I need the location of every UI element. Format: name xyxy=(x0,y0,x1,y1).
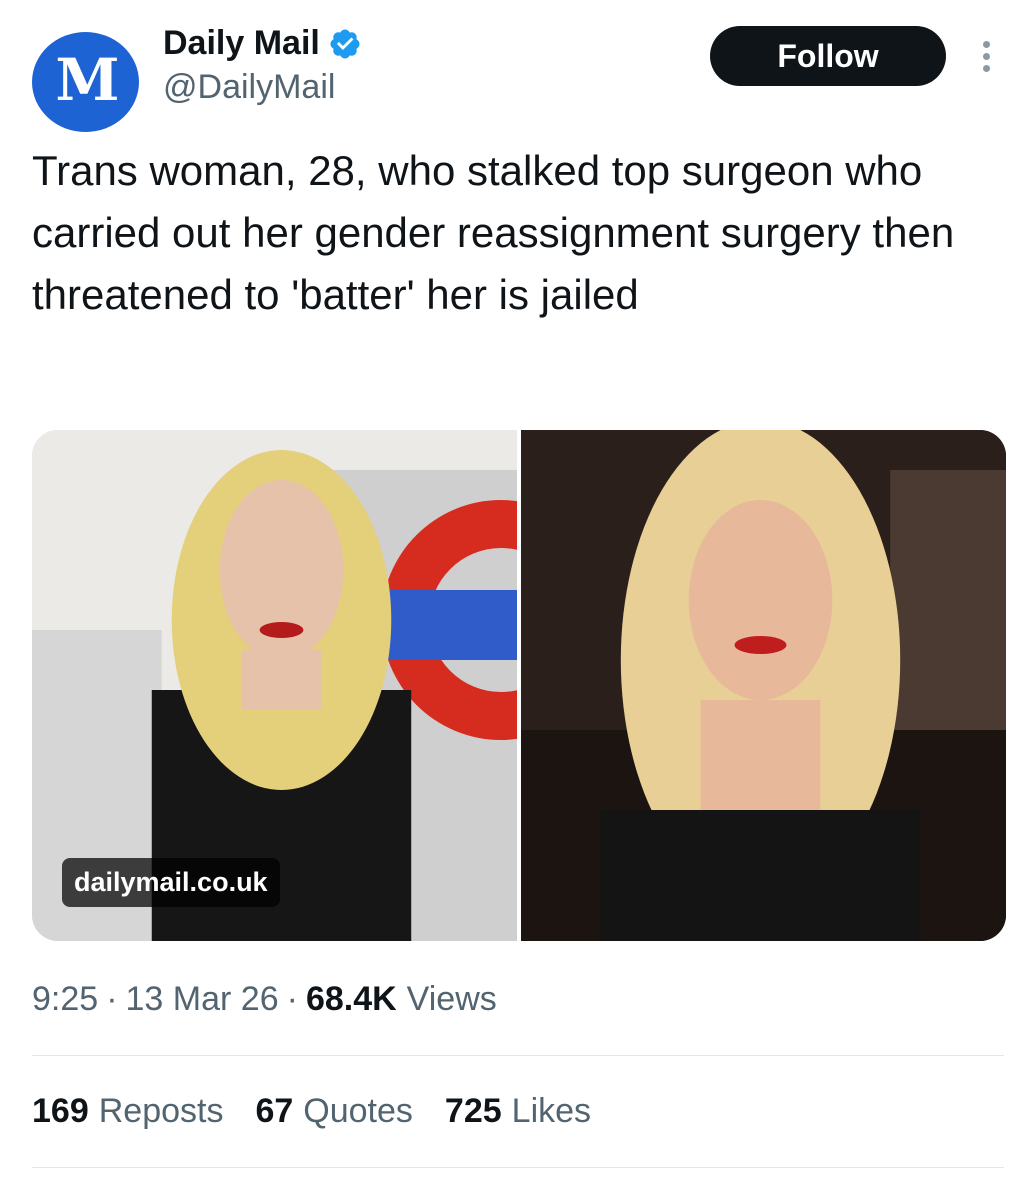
display-name[interactable]: Daily Mail xyxy=(163,24,320,63)
avatar-logo: M xyxy=(55,46,119,114)
divider xyxy=(32,1167,1004,1168)
divider xyxy=(32,1055,1004,1056)
separator: · xyxy=(286,980,298,1018)
quotes-label: Quotes xyxy=(303,1092,413,1130)
reposts-count: 169 xyxy=(32,1092,89,1130)
photo-right-image xyxy=(521,430,1006,941)
quotes-stat[interactable]: 67 Quotes xyxy=(255,1092,412,1131)
tweet-time[interactable]: 9:25 xyxy=(32,980,98,1019)
photo-left[interactable]: dailymail.co.uk xyxy=(32,430,517,941)
tweet-stats: 169 Reposts 67 Quotes 725 Likes xyxy=(32,1092,623,1131)
verified-badge-icon xyxy=(330,28,360,59)
reposts-stat[interactable]: 169 Reposts xyxy=(32,1092,223,1131)
dot xyxy=(982,53,990,60)
dot xyxy=(982,65,990,72)
source-badge[interactable]: dailymail.co.uk xyxy=(62,858,280,907)
follow-button[interactable]: Follow xyxy=(710,26,946,86)
likes-stat[interactable]: 725 Likes xyxy=(445,1092,591,1131)
likes-count: 725 xyxy=(444,1092,502,1130)
tweet-text: Trans woman, 28, who stalked top surgeon… xyxy=(32,147,955,318)
name-row: Daily Mail xyxy=(163,24,362,63)
likes-label: Likes xyxy=(511,1092,592,1130)
more-vertical-icon[interactable] xyxy=(974,38,998,78)
tweet-date[interactable]: 13 Mar 26 xyxy=(126,980,279,1019)
views-label: Views xyxy=(406,980,497,1018)
quotes-count: 67 xyxy=(255,1092,294,1130)
tweet-media[interactable]: dailymail.co.uk xyxy=(32,430,1006,941)
avatar[interactable]: M xyxy=(32,32,139,132)
separator: · xyxy=(106,980,118,1018)
reposts-label: Reposts xyxy=(98,1092,224,1130)
photo-right[interactable] xyxy=(521,430,1006,941)
tweet-header: M Daily Mail @DailyMail Follow xyxy=(32,16,1004,132)
dot xyxy=(982,41,990,48)
handle[interactable]: @DailyMail xyxy=(163,68,335,107)
tweet-meta: 9:25 · 13 Mar 26 · 68.4K Views xyxy=(32,980,497,1019)
views-count: 68.4K xyxy=(305,980,397,1018)
